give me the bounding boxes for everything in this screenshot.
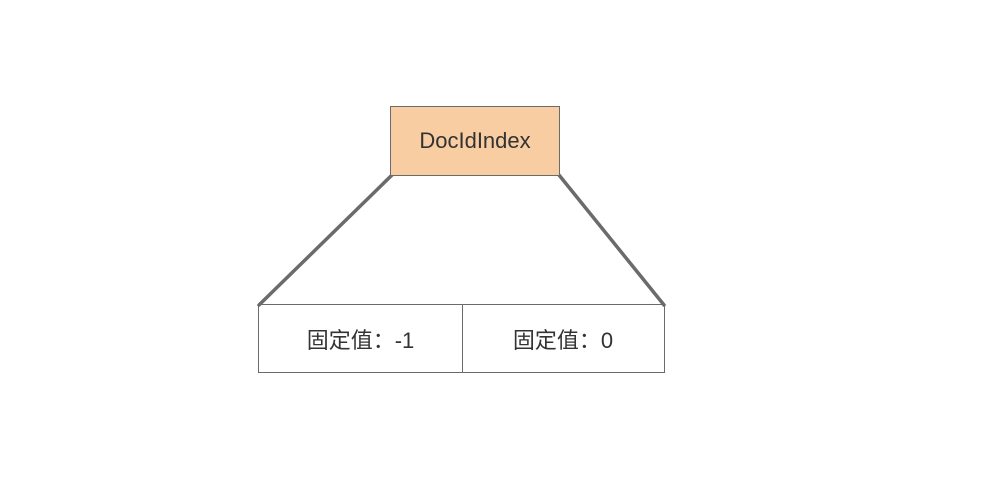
connector-lines	[257, 173, 666, 307]
root-node-label: DocIdIndex	[419, 128, 531, 153]
child-row: 固定值：-1 固定值：0	[258, 304, 665, 373]
child-cell-fixed-value-minus-1: 固定值：-1	[259, 305, 463, 372]
connector-left	[257, 173, 394, 307]
child-cell-label: 固定值：0	[512, 327, 614, 353]
tree-diagram: DocIdIndex 固定值：-1 固定值：0	[0, 0, 1006, 482]
child-cell-label: 固定值：-1	[306, 327, 415, 353]
connector-right	[557, 173, 666, 307]
root-node: DocIdIndex	[390, 106, 560, 176]
child-cell-fixed-value-0: 固定值：0	[463, 305, 663, 372]
